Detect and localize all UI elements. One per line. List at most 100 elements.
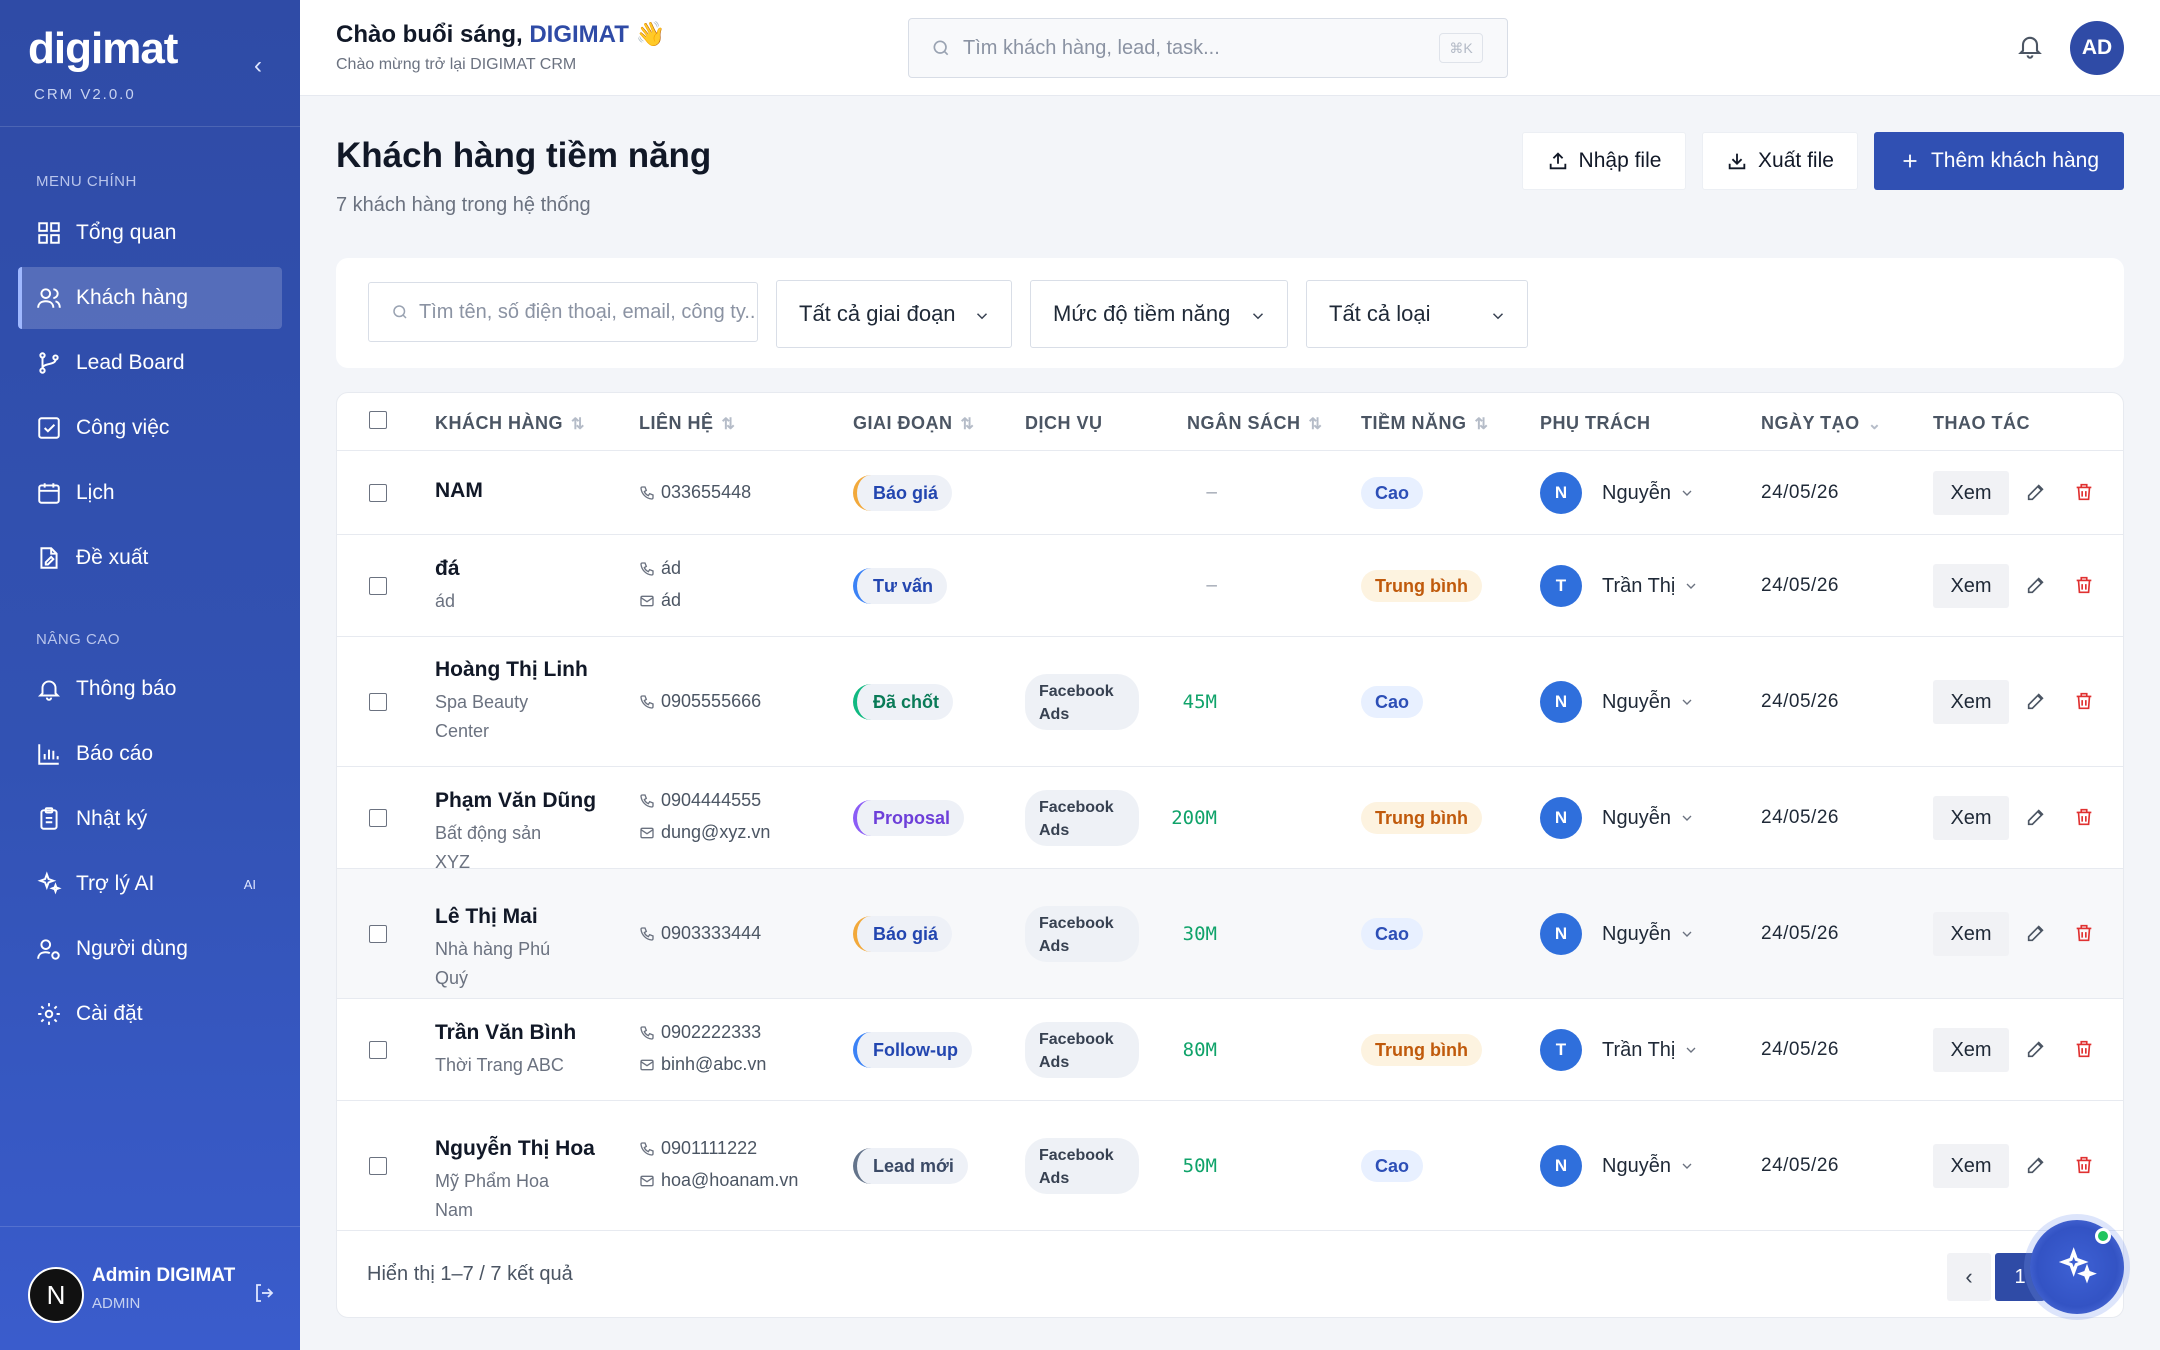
sidebar-item-advanced-3[interactable]: Trợ lý AI AI <box>18 853 282 915</box>
avatar[interactable]: N <box>28 1267 84 1323</box>
customer-name[interactable]: Hoàng Thị Linh <box>435 658 588 682</box>
view-button[interactable]: Xem <box>1933 680 2009 724</box>
contact-phone[interactable]: 033655448 <box>639 482 751 503</box>
customer-name[interactable]: Nguyễn Thị Hoa <box>435 1137 595 1161</box>
sidebar-item-main-4[interactable]: Lịch <box>18 462 282 524</box>
select-all-checkbox[interactable] <box>369 411 387 429</box>
sidebar-item-main-2[interactable]: Lead Board <box>18 332 282 394</box>
add-customer-button[interactable]: Thêm khách hàng <box>1874 132 2124 190</box>
row-checkbox[interactable] <box>369 484 387 502</box>
contact-phone[interactable]: ád <box>639 558 681 579</box>
customer-name[interactable]: Phạm Văn Dũng <box>435 789 596 813</box>
stage-filter-select[interactable]: Tất cả giai đoạn <box>776 280 1012 348</box>
delete-icon[interactable] <box>2073 1038 2097 1062</box>
view-button[interactable]: Xem <box>1933 1144 2009 1188</box>
avatar[interactable]: AD <box>2070 21 2124 75</box>
table-row[interactable]: Trần Văn Bình Thời Trang ABC 0902222333 bin… <box>337 999 2123 1101</box>
edit-icon[interactable] <box>2025 690 2049 714</box>
row-checkbox[interactable] <box>369 577 387 595</box>
table-row[interactable]: Phạm Văn Dũng Bất động sản XYZ 0904444555 d… <box>337 767 2123 872</box>
sidebar-item-advanced-2[interactable]: Nhật ký <box>18 788 282 850</box>
delete-icon[interactable] <box>2073 574 2097 598</box>
sidebar-item-main-3[interactable]: Công việc <box>18 397 282 459</box>
view-button[interactable]: Xem <box>1933 912 2009 956</box>
table-row[interactable]: Lê Thị Mai Nhà hàng Phú Quý 0903333444 Báo … <box>337 869 2123 999</box>
table-row[interactable]: đá ád ád ád Tư vấn – Trung bình T Trần Thị 24/05/… <box>337 535 2123 637</box>
sidebar-item-advanced-0[interactable]: Thông báo <box>18 658 282 720</box>
prev-page-button[interactable]: ‹ <box>1947 1253 1991 1301</box>
delete-icon[interactable] <box>2073 922 2097 946</box>
header-actions: THAO TÁC <box>1933 413 2030 433</box>
edit-icon[interactable] <box>2025 574 2049 598</box>
sidebar-item-advanced-4[interactable]: Người dùng <box>18 918 282 980</box>
header-stage[interactable]: GIAI ĐOẠN ⇅ <box>853 413 974 434</box>
sidebar-item-advanced-5[interactable]: Cài đặt <box>18 983 282 1045</box>
contact-email[interactable]: dung@xyz.vn <box>639 822 770 843</box>
delete-icon[interactable] <box>2073 481 2097 505</box>
header-contact[interactable]: LIÊN HỆ ⇅ <box>639 413 735 434</box>
global-search-input[interactable]: Tìm khách hàng, lead, task... ⌘K <box>908 18 1508 78</box>
owner-select[interactable]: T Trần Thị <box>1540 565 1699 607</box>
stage-filter-value: Tất cả giai đoạn <box>799 301 956 326</box>
view-button[interactable]: Xem <box>1933 796 2009 840</box>
edit-icon[interactable] <box>2025 922 2049 946</box>
customer-name[interactable]: NAM <box>435 479 483 503</box>
owner-select[interactable]: N Nguyễn <box>1540 681 1695 723</box>
customer-name[interactable]: đá <box>435 557 460 581</box>
row-checkbox[interactable] <box>369 809 387 827</box>
owner-select[interactable]: T Trần Thị <box>1540 1029 1699 1071</box>
sidebar-item-main-1[interactable]: Khách hàng <box>18 267 282 329</box>
row-checkbox[interactable] <box>369 693 387 711</box>
sidebar-item-main-5[interactable]: Đề xuất <box>18 527 282 589</box>
delete-icon[interactable] <box>2073 690 2097 714</box>
customer-company: Bất động sản XYZ <box>435 822 542 872</box>
view-button[interactable]: Xem <box>1933 1028 2009 1072</box>
header-created[interactable]: NGÀY TẠO ⌄ <box>1761 413 1882 434</box>
contact-phone[interactable]: 0902222333 <box>639 1022 761 1043</box>
export-button[interactable]: Xuất file <box>1702 132 1858 190</box>
contact-phone[interactable]: 0904444555 <box>639 790 761 811</box>
sidebar-item-advanced-1[interactable]: Báo cáo <box>18 723 282 785</box>
table-row[interactable]: NAM 033655448 Báo giá – Cao N Nguyễn 24/05/26 Xe… <box>337 451 2123 535</box>
header-potential[interactable]: TIỀM NĂNG ⇅ <box>1361 413 1488 434</box>
delete-icon[interactable] <box>2073 806 2097 830</box>
contact-email[interactable]: ád <box>639 590 681 611</box>
customer-search-input[interactable]: Tìm tên, số điện thoại, email, công ty..… <box>368 282 758 342</box>
edit-icon[interactable] <box>2025 1038 2049 1062</box>
header-customer[interactable]: KHÁCH HÀNG ⇅ <box>435 413 585 434</box>
owner-select[interactable]: N Nguyễn <box>1540 472 1695 514</box>
row-checkbox[interactable] <box>369 925 387 943</box>
owner-select[interactable]: N Nguyễn <box>1540 913 1695 955</box>
collapse-sidebar-button[interactable]: ‹ <box>244 52 272 80</box>
row-checkbox[interactable] <box>369 1041 387 1059</box>
edit-icon[interactable] <box>2025 1154 2049 1178</box>
table-row[interactable]: Nguyễn Thị Hoa Mỹ Phẩm Hoa Nam 0901111222 h… <box>337 1101 2123 1231</box>
logout-icon[interactable] <box>252 1281 276 1305</box>
chevron-down-icon <box>1682 1163 1692 1169</box>
contact-phone[interactable]: 0901111222 <box>639 1138 757 1159</box>
type-filter-select[interactable]: Tất cả loại <box>1306 280 1528 348</box>
owner-select[interactable]: N Nguyễn <box>1540 797 1695 839</box>
edit-icon[interactable] <box>2025 806 2049 830</box>
notification-bell-icon[interactable] <box>2016 32 2048 64</box>
view-button[interactable]: Xem <box>1933 471 2009 515</box>
potential-filter-select[interactable]: Mức độ tiềm năng <box>1030 280 1288 348</box>
customer-name[interactable]: Lê Thị Mai <box>435 905 538 929</box>
table-row[interactable]: Hoàng Thị Linh Spa Beauty Center 090555566… <box>337 637 2123 767</box>
view-button[interactable]: Xem <box>1933 564 2009 608</box>
edit-icon[interactable] <box>2025 481 2049 505</box>
contact-phone[interactable]: 0905555666 <box>639 691 761 712</box>
export-label: Xuất file <box>1758 149 1834 172</box>
contact-email[interactable]: binh@abc.vn <box>639 1054 766 1075</box>
sidebar-item-label: Nhật ký <box>76 807 148 830</box>
sidebar-item-main-0[interactable]: Tổng quan <box>18 202 282 264</box>
contact-email[interactable]: hoa@hoanam.vn <box>639 1170 798 1191</box>
delete-icon[interactable] <box>2073 1154 2097 1178</box>
import-button[interactable]: Nhập file <box>1522 132 1686 190</box>
owner-select[interactable]: N Nguyễn <box>1540 1145 1695 1187</box>
row-checkbox[interactable] <box>369 1157 387 1175</box>
contact-phone[interactable]: 0903333444 <box>639 923 761 944</box>
user-gear-icon <box>36 936 62 962</box>
header-budget[interactable]: NGÂN SÁCH ⇅ <box>1187 413 1322 434</box>
customer-name[interactable]: Trần Văn Bình <box>435 1021 576 1045</box>
